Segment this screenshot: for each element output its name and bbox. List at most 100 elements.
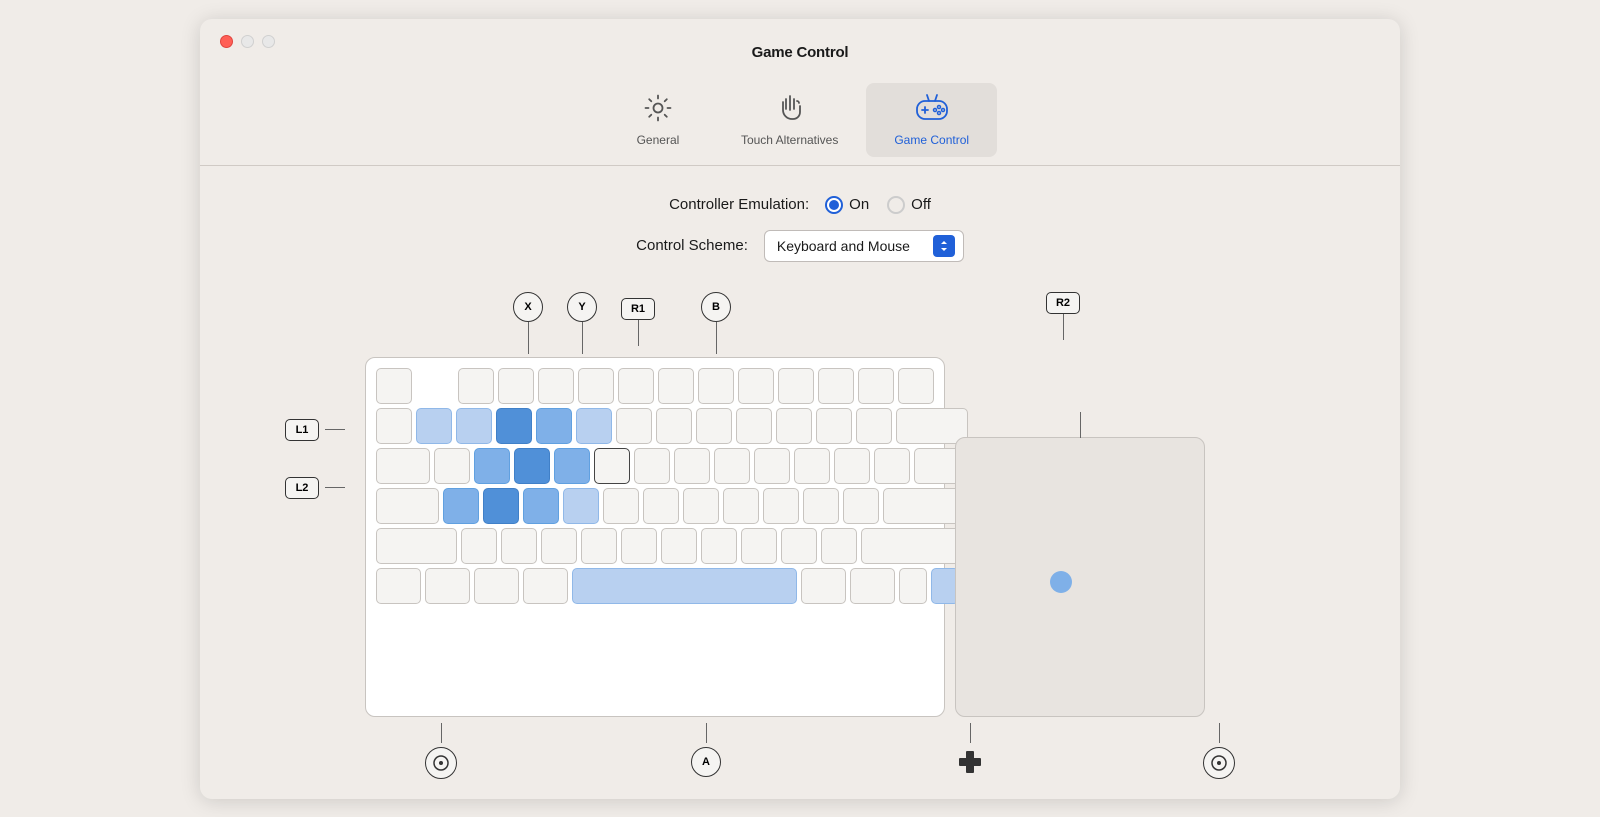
l1-line xyxy=(325,429,345,430)
key-9 xyxy=(736,408,772,444)
dpad-line xyxy=(970,723,971,743)
key-slash xyxy=(821,528,857,564)
key-h xyxy=(643,488,679,524)
key-f5 xyxy=(618,368,654,404)
radio-off[interactable]: Off xyxy=(887,196,931,214)
key-y xyxy=(634,448,670,484)
key-f11 xyxy=(858,368,894,404)
key-n xyxy=(661,528,697,564)
b-line xyxy=(716,322,717,354)
label-l2: L2 xyxy=(285,477,345,499)
key-7 xyxy=(656,408,692,444)
key-space xyxy=(572,568,797,604)
key-q xyxy=(434,448,470,484)
y-line xyxy=(582,322,583,354)
key-t xyxy=(594,448,630,484)
tab-touch[interactable]: Touch Alternatives xyxy=(713,83,866,157)
key-period xyxy=(781,528,817,564)
key-lshift xyxy=(376,528,457,564)
key-lbracket xyxy=(834,448,870,484)
label-b: B xyxy=(701,292,731,354)
btn-b-circle: B xyxy=(701,292,731,322)
bottom-labels: A xyxy=(365,723,1005,779)
key-u xyxy=(674,448,710,484)
key-f7 xyxy=(698,368,734,404)
key-a xyxy=(443,488,479,524)
r-joystick-line xyxy=(1219,723,1220,743)
key-f12 xyxy=(898,368,934,404)
key-minus xyxy=(816,408,852,444)
x-line xyxy=(528,322,529,354)
label-l1: L1 xyxy=(285,419,345,441)
radio-off-circle[interactable] xyxy=(887,196,905,214)
key-1 xyxy=(416,408,452,444)
key-row-5 xyxy=(376,528,934,564)
controller-emulation-row: Controller Emulation: On Off xyxy=(669,196,931,214)
key-ctrl xyxy=(425,568,470,604)
control-scheme-label: Control Scheme: xyxy=(636,237,748,254)
btn-r-joystick xyxy=(1203,747,1235,779)
controller-emulation-label: Controller Emulation: xyxy=(669,196,809,213)
key-k xyxy=(723,488,759,524)
keyboard xyxy=(365,357,945,717)
keyboard-trackpad-row: L1 L2 xyxy=(365,357,1235,717)
key-f xyxy=(563,488,599,524)
tab-gamecontrol[interactable]: Game Control xyxy=(866,83,997,157)
maximize-button[interactable] xyxy=(262,35,275,48)
key-s xyxy=(483,488,519,524)
emulation-radio-group: On Off xyxy=(825,196,931,214)
key-d xyxy=(523,488,559,524)
key-row-6 xyxy=(376,568,934,604)
gear-icon xyxy=(643,93,673,127)
tab-general[interactable]: General xyxy=(603,83,713,157)
key-0 xyxy=(776,408,812,444)
l-joystick-line xyxy=(441,723,442,743)
key-opt-right xyxy=(850,568,895,604)
key-equals xyxy=(856,408,892,444)
main-window: Game Control General xyxy=(200,19,1400,799)
radio-off-label: Off xyxy=(911,196,931,213)
label-r1: R1 xyxy=(621,298,655,346)
key-6 xyxy=(616,408,652,444)
key-fn xyxy=(376,568,421,604)
r2-trackpad-line xyxy=(1080,412,1081,438)
key-5 xyxy=(576,408,612,444)
key-j xyxy=(683,488,719,524)
scheme-select-chevron[interactable] xyxy=(933,235,955,257)
btn-x-circle: X xyxy=(513,292,543,322)
key-8 xyxy=(696,408,732,444)
window-title: Game Control xyxy=(220,44,1380,61)
key-f2 xyxy=(498,368,534,404)
radio-on-circle[interactable] xyxy=(825,196,843,214)
btn-l-joystick xyxy=(425,747,457,779)
key-f8 xyxy=(738,368,774,404)
control-scheme-select[interactable]: Keyboard and Mouse xyxy=(764,230,964,262)
close-button[interactable] xyxy=(220,35,233,48)
key-tilde xyxy=(376,408,412,444)
label-l-joystick xyxy=(425,723,457,779)
main-content: Controller Emulation: On Off Control Sch… xyxy=(200,166,1400,799)
key-row-4 xyxy=(376,488,934,524)
key-comma xyxy=(741,528,777,564)
radio-on-label: On xyxy=(849,196,869,213)
key-w xyxy=(474,448,510,484)
key-capslock xyxy=(376,488,439,524)
key-quote xyxy=(843,488,879,524)
minimize-button[interactable] xyxy=(241,35,254,48)
key-f3 xyxy=(538,368,574,404)
btn-l2-rect: L2 xyxy=(285,477,319,499)
label-r2: R2 xyxy=(1046,292,1080,340)
key-delete xyxy=(896,408,968,444)
dpad-icon xyxy=(955,747,985,777)
key-cmd-right xyxy=(801,568,846,604)
btn-r1-rect: R1 xyxy=(621,298,655,320)
key-cmd-left xyxy=(523,568,568,604)
key-v xyxy=(581,528,617,564)
radio-on[interactable]: On xyxy=(825,196,869,214)
key-r xyxy=(554,448,590,484)
key-o xyxy=(754,448,790,484)
r1-line xyxy=(638,320,639,346)
label-y: Y xyxy=(567,292,597,354)
key-2 xyxy=(456,408,492,444)
trackpad[interactable] xyxy=(955,437,1205,717)
